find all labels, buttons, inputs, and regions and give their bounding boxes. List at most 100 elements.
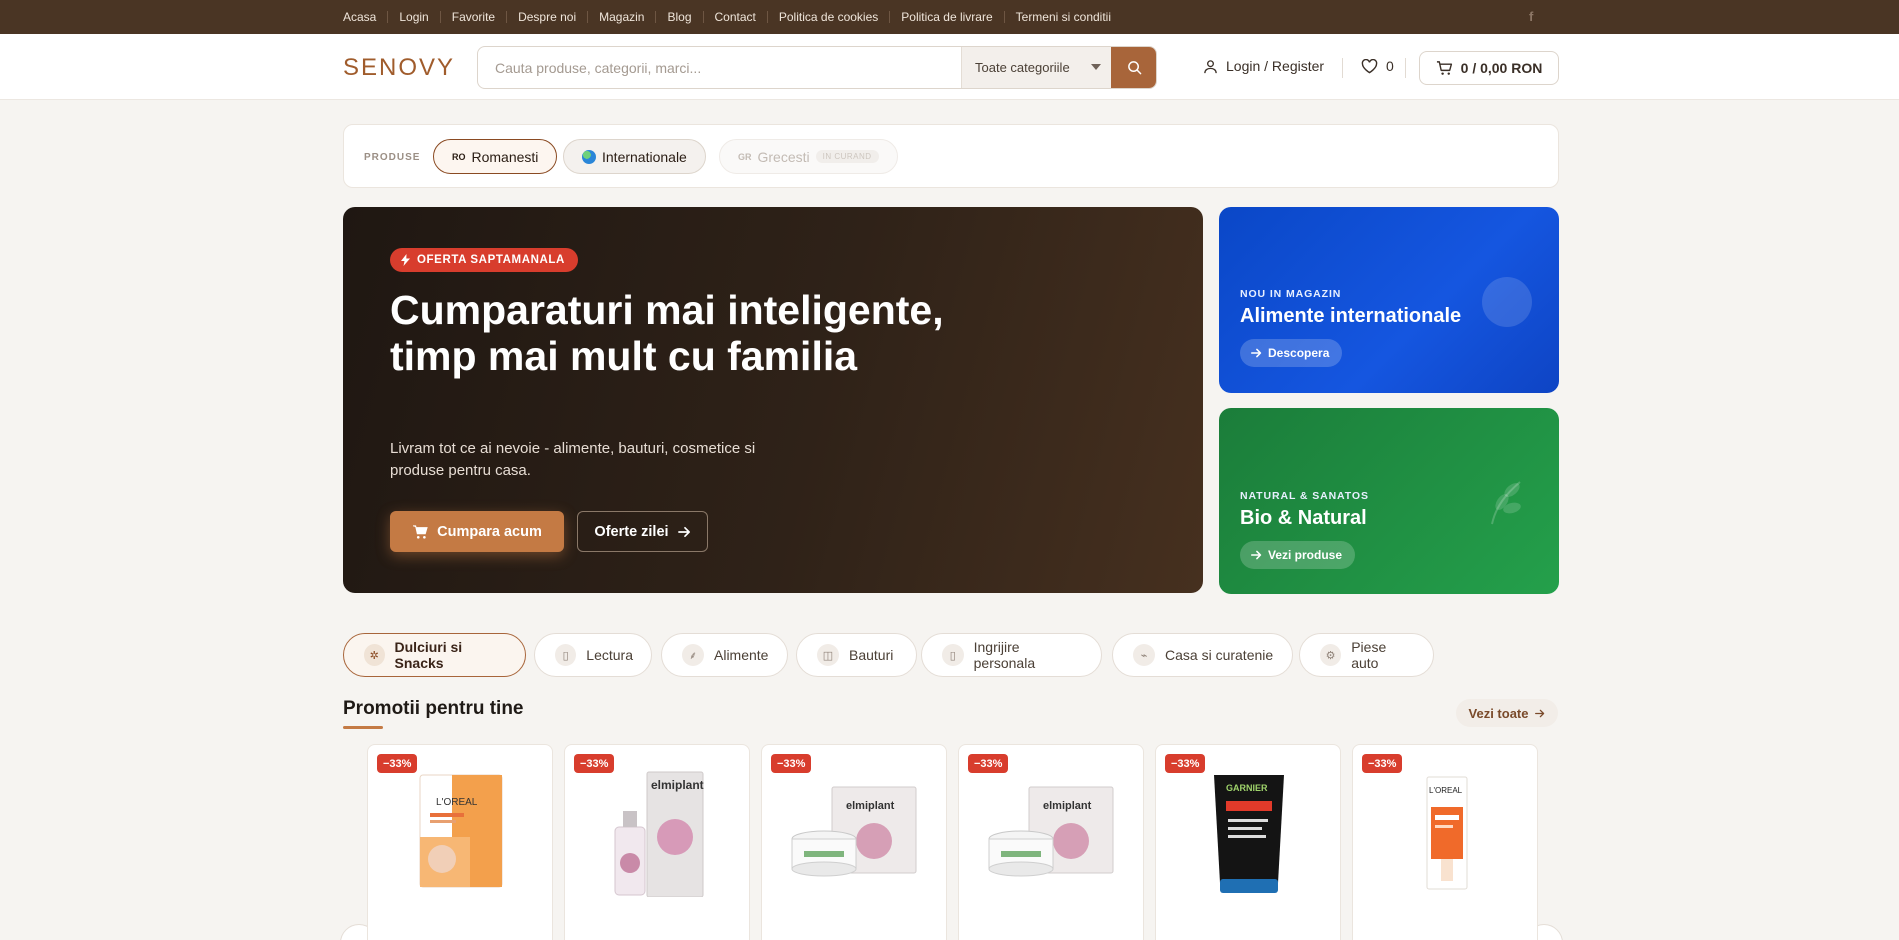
wheat-icon: ⸙ — [682, 644, 704, 666]
book-icon: ▯ — [555, 644, 577, 666]
promo-title: Bio & Natural — [1240, 507, 1367, 529]
category-label: Casa si curatenie — [1165, 647, 1274, 663]
main-header: SENOVY Toate categoriile Login / Registe… — [0, 34, 1899, 100]
category-chip-alimente[interactable]: ⸙ Alimente — [661, 633, 788, 677]
topnav-link-blog[interactable]: Blog — [655, 11, 702, 23]
chevron-down-icon — [1091, 64, 1101, 70]
category-chip-casa[interactable]: ⌁ Casa si curatenie — [1112, 633, 1293, 677]
search-icon — [1127, 61, 1141, 75]
cup-icon: ◫ — [817, 644, 839, 666]
cart-icon — [1436, 61, 1452, 75]
product-image: L'OREAL — [419, 774, 503, 888]
arrow-right-icon — [1535, 709, 1545, 717]
product-card[interactable]: −33% elmiplant — [761, 744, 947, 940]
favorites-link[interactable]: 0 — [1361, 58, 1394, 74]
hero-banner: OFERTA SAPTAMANALA Cumparaturi mai intel… — [343, 207, 1203, 593]
topnav-link-livrare[interactable]: Politica de livrare — [889, 11, 1003, 23]
category-chip-dulciuri[interactable]: ✲ Dulciuri si Snacks — [343, 633, 526, 677]
see-all-button[interactable]: Vezi toate — [1456, 699, 1558, 727]
category-label: Lectura — [586, 647, 633, 663]
promo-title: Alimente internationale — [1240, 305, 1462, 327]
origin-tab-label: Internationale — [602, 148, 687, 165]
topnav-link-login[interactable]: Login — [387, 11, 439, 23]
origin-tab-romanesti[interactable]: RO Romanesti — [433, 139, 558, 174]
facebook-icon[interactable]: f — [1529, 9, 1533, 24]
bottle-icon: ▯ — [942, 644, 964, 666]
category-label: Bauturi — [849, 647, 894, 663]
shop-now-button[interactable]: Cumpara acum — [390, 511, 564, 552]
search-input[interactable] — [478, 47, 961, 88]
gr-flag-code: GR — [738, 151, 752, 162]
title-underline — [343, 726, 383, 729]
arrow-right-icon — [677, 526, 690, 537]
gear-icon: ⚙ — [1320, 644, 1342, 666]
weekly-offer-badge: OFERTA SAPTAMANALA — [390, 248, 578, 272]
top-bar: Acasa Login Favorite Despre noi Magazin … — [0, 0, 1899, 34]
topnav-link-acasa[interactable]: Acasa — [343, 11, 387, 23]
globe-icon — [582, 149, 596, 164]
topnav-link-cookies[interactable]: Politica de cookies — [766, 11, 889, 23]
origin-tab-label: Grecesti — [757, 148, 810, 165]
see-products-button[interactable]: Vezi produse — [1240, 541, 1356, 569]
daily-offers-label: Oferte zilei — [594, 523, 669, 540]
topnav-link-contact[interactable]: Contact — [702, 11, 767, 23]
topnav-link-termeni[interactable]: Termeni si conditii — [1003, 11, 1122, 23]
lightning-icon — [401, 254, 410, 266]
search-button[interactable] — [1111, 47, 1156, 88]
product-image: elmiplant — [791, 786, 917, 877]
product-brand: elmiplant — [651, 778, 704, 792]
product-image: elmiplant — [614, 771, 704, 897]
category-label: Ingrijire personala — [973, 639, 1036, 671]
discover-button[interactable]: Descopera — [1240, 339, 1343, 367]
site-logo[interactable]: SENOVY — [343, 54, 455, 82]
heart-icon — [1361, 58, 1378, 73]
category-select-value: Toate categoriile — [975, 60, 1070, 75]
shop-now-label: Cumpara acum — [437, 523, 542, 540]
hero-subtitle: Livram tot ce ai nevoie - alimente, baut… — [390, 440, 756, 479]
category-chip-piese-auto[interactable]: ⚙ Piese auto — [1299, 633, 1434, 677]
origin-tab-grecesti: GR Grecesti IN CURAND — [719, 139, 898, 174]
topnav-link-magazin[interactable]: Magazin — [587, 11, 655, 23]
cart-icon — [413, 524, 428, 539]
promo-bio-natural[interactable]: NATURAL & SANATOS Bio & Natural Vezi pro… — [1219, 408, 1559, 594]
top-navigation: Acasa Login Favorite Despre noi Magazin … — [343, 0, 1122, 34]
user-icon — [1204, 59, 1217, 73]
topnav-link-favorite[interactable]: Favorite — [439, 11, 506, 23]
arrow-right-icon — [1251, 348, 1262, 358]
category-chip-bauturi[interactable]: ◫ Bauturi — [796, 633, 917, 677]
divider — [1342, 58, 1343, 78]
product-image: elmiplant — [988, 786, 1114, 877]
product-brand: L'OREAL — [1429, 786, 1463, 795]
product-card[interactable]: −33% L'OREAL — [1352, 744, 1538, 940]
origin-tab-internationale[interactable]: Internationale — [563, 139, 706, 174]
leaf-icon — [1491, 481, 1521, 525]
cart-button[interactable]: 0 / 0,00 RON — [1419, 51, 1559, 85]
daily-offers-button[interactable]: Oferte zilei — [577, 511, 708, 552]
product-card[interactable]: −33% elmiplant — [564, 744, 750, 940]
promotions-title: Promotii pentru tine — [343, 698, 524, 719]
product-origin-selector: PRODUSE RO Romanesti Internationale GR G… — [343, 124, 1559, 188]
coming-soon-badge: IN CURAND — [815, 150, 879, 163]
origin-tab-label: Romanesti — [471, 148, 539, 165]
promo-international-foods[interactable]: NOU IN MAGAZIN Alimente internationale D… — [1219, 207, 1559, 393]
product-brand: GARNIER — [1226, 783, 1268, 793]
search-bar: Toate categoriile — [477, 46, 1157, 89]
category-chip-lectura[interactable]: ▯ Lectura — [534, 633, 652, 677]
product-card[interactable]: −33% GARNIER — [1155, 744, 1341, 940]
product-image: GARNIER — [1214, 775, 1284, 893]
category-select[interactable]: Toate categoriile — [961, 47, 1111, 88]
arrow-right-icon — [1251, 550, 1262, 560]
category-label: Piese auto — [1351, 639, 1387, 671]
topnav-link-despre-noi[interactable]: Despre noi — [506, 11, 587, 23]
product-card[interactable]: −33% L'OREAL — [367, 744, 553, 940]
product-card[interactable]: −33% elmiplant — [958, 744, 1144, 940]
category-chip-ingrijire[interactable]: ▯ Ingrijire personala — [921, 633, 1102, 677]
origin-label: PRODUSE — [364, 152, 421, 163]
candy-icon: ✲ — [364, 644, 385, 666]
login-register-link[interactable]: Login / Register — [1203, 58, 1324, 74]
discover-label: Descopera — [1268, 346, 1330, 360]
promo-kicker: NATURAL & SANATOS — [1240, 490, 1369, 502]
category-label: Dulciuri si Snacks — [394, 639, 463, 671]
divider — [1405, 58, 1406, 78]
see-products-label: Vezi produse — [1268, 548, 1343, 562]
